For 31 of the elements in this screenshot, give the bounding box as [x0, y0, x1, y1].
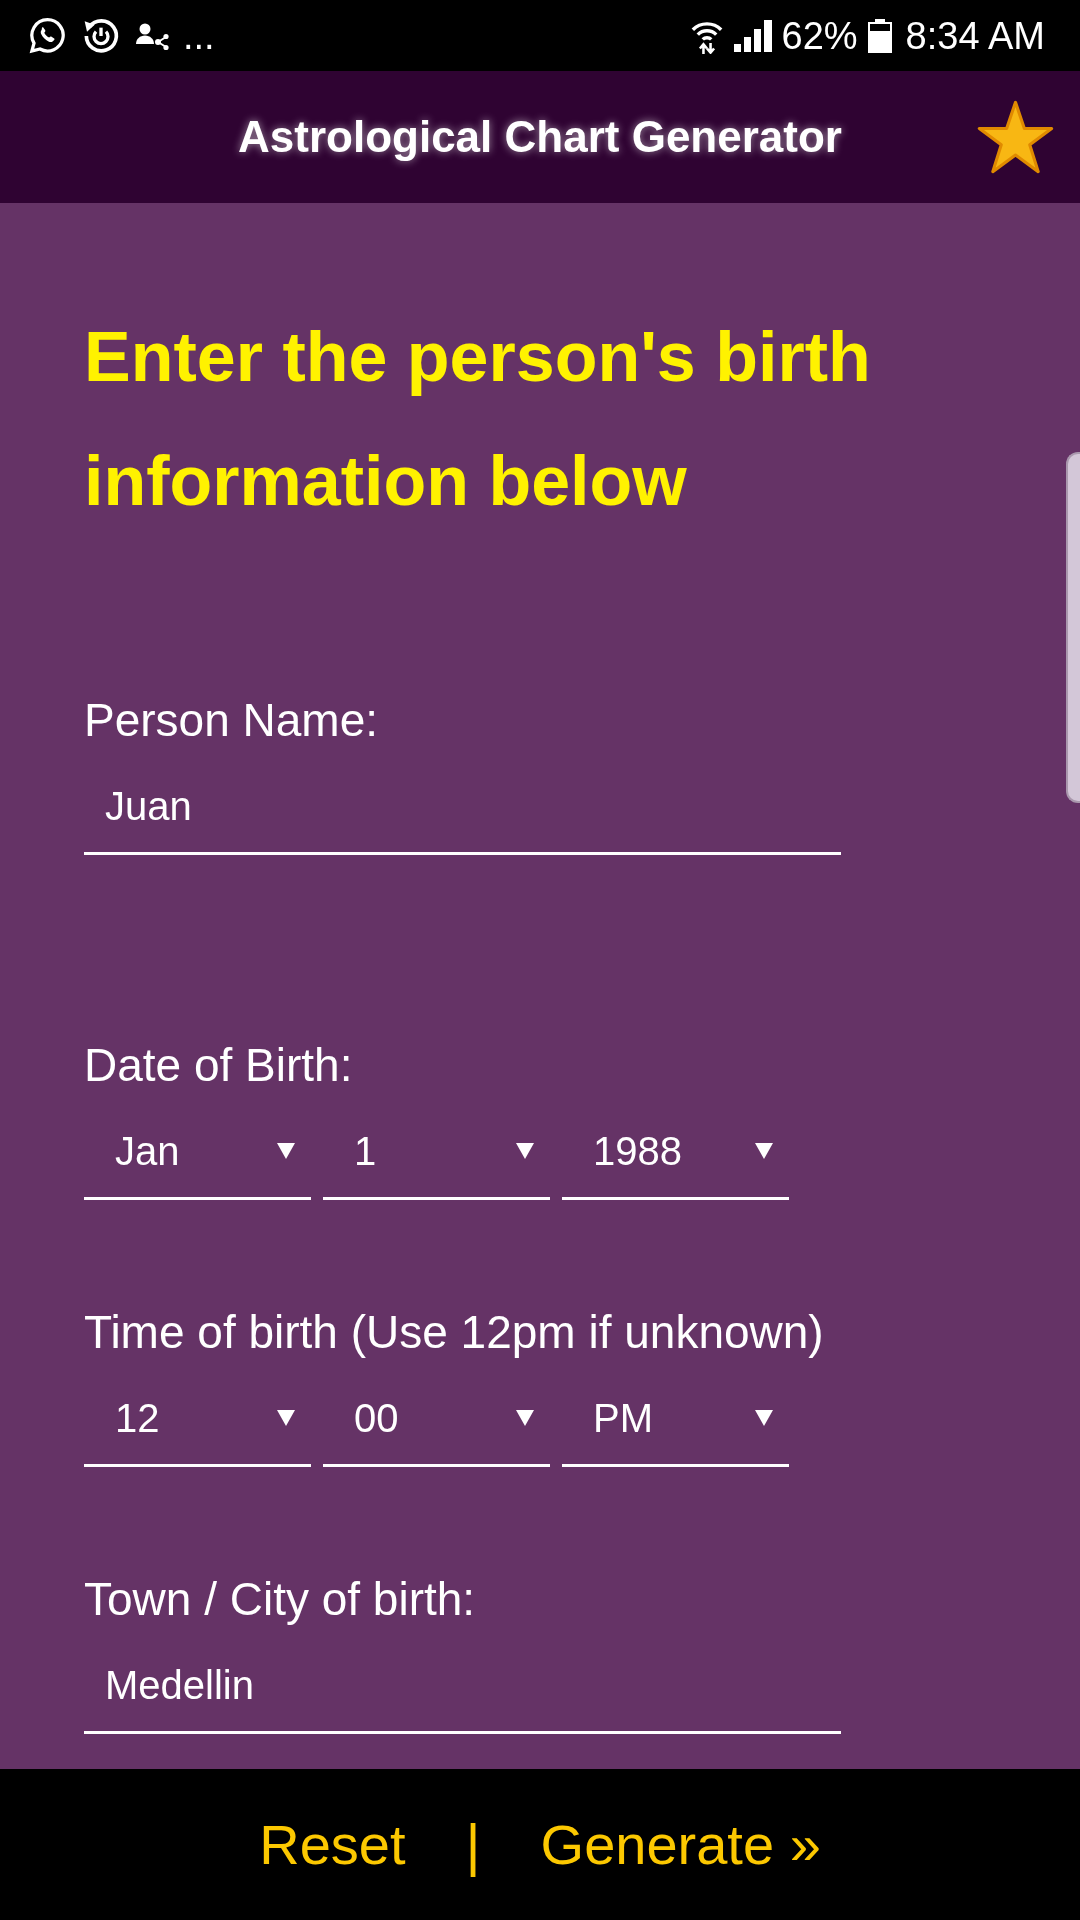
phone-bubble-icon [28, 16, 67, 55]
dropdown-select[interactable]: 12 [84, 1372, 311, 1467]
footer-button[interactable]: Generate » [536, 1806, 825, 1883]
caret-icon [277, 1410, 295, 1426]
caret-icon [516, 1410, 534, 1426]
caret-icon [277, 1143, 295, 1159]
text-input[interactable]: Juan [84, 760, 841, 855]
field-label: Date of Birth: [84, 1038, 353, 1093]
overflow-text: ... [183, 13, 215, 58]
field-label: Town / City of birth: [84, 1572, 476, 1627]
text-input[interactable]: Medellin [84, 1639, 841, 1734]
field-label: Person Name: [84, 693, 378, 748]
caret-icon [755, 1410, 773, 1426]
caret-icon [755, 1143, 773, 1159]
page-heading: Enter the person's birth information below [84, 317, 872, 522]
caret-icon [516, 1143, 534, 1159]
dropdown-select[interactable]: Jan [84, 1105, 311, 1200]
field-label: Time of birth (Use 12pm if unknown) [84, 1305, 824, 1360]
star-icon[interactable] [977, 100, 1054, 174]
dropdown-select[interactable]: 1 [323, 1105, 550, 1200]
battery-percent: 62% [781, 13, 858, 58]
divider-text: | [465, 1812, 481, 1877]
clock-time: 8:34 AM [905, 13, 1045, 58]
signal-icon [733, 19, 772, 52]
dropdown-select[interactable]: 1988 [562, 1105, 789, 1200]
footer-button[interactable]: Reset [255, 1806, 410, 1883]
app-title: Astrological Chart Generator [238, 111, 842, 163]
dropdown-select[interactable]: 00 [323, 1372, 550, 1467]
edge-panel-handle[interactable] [1066, 452, 1080, 803]
battery-icon [867, 18, 892, 53]
dropdown-select[interactable]: PM [562, 1372, 789, 1467]
